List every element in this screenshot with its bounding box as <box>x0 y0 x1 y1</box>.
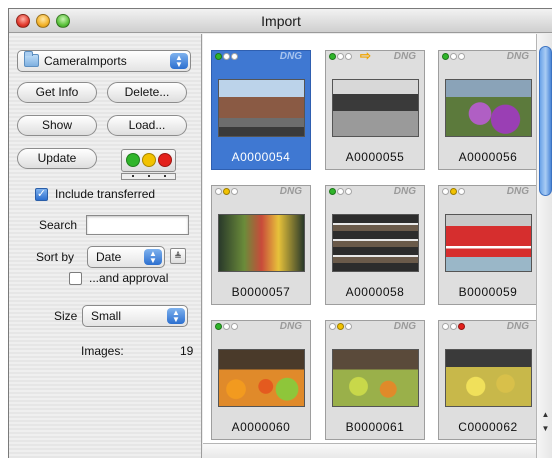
get-info-button[interactable]: Get Info <box>17 82 97 103</box>
image-thumbnail <box>332 349 419 407</box>
sort-by-label: Sort by <box>36 250 75 264</box>
image-cell[interactable]: DNG B0000061 <box>325 320 425 440</box>
sort-by-popup[interactable]: Date ▲ ▼ <box>87 246 165 268</box>
image-filename: B0000059 <box>458 285 518 299</box>
format-badge: DNG <box>506 51 529 62</box>
scroll-thumb[interactable] <box>539 46 552 196</box>
images-label: Images: <box>81 344 124 358</box>
size-popup[interactable]: Small ▲ ▼ <box>82 305 188 327</box>
image-cell[interactable]: DNG A0000058 <box>325 185 425 305</box>
image-cell[interactable]: DNG A0000054 <box>211 50 311 170</box>
label-color-selector[interactable] <box>121 149 176 172</box>
image-thumbnail <box>218 214 305 272</box>
image-cell[interactable]: DNG B0000059 <box>438 185 538 305</box>
show-button[interactable]: Show <box>17 115 97 136</box>
popup-arrows-icon: ▲ ▼ <box>144 249 162 265</box>
image-cell[interactable]: DNG A0000060 <box>211 320 311 440</box>
popup-arrows-icon: ▲ ▼ <box>167 308 185 324</box>
image-cell[interactable]: DNG B0000057 <box>211 185 311 305</box>
yellow-label-icon[interactable] <box>142 153 156 167</box>
sidebar: CameraImports ▲ ▼ Get Info Delete... Show… <box>9 34 202 458</box>
image-thumbnail <box>445 79 532 137</box>
image-cell[interactable]: DNG C0000062 <box>438 320 538 440</box>
image-thumbnail <box>445 214 532 272</box>
folder-icon <box>24 51 39 67</box>
size-label: Size <box>54 309 78 323</box>
image-filename: A0000054 <box>231 150 291 164</box>
image-filename: C0000062 <box>458 420 518 434</box>
sort-direction-icon[interactable]: ≜ <box>170 248 186 264</box>
format-badge: DNG <box>506 186 529 197</box>
image-filename: A0000055 <box>345 150 405 164</box>
label-color-indicator <box>121 173 176 180</box>
image-filename: B0000061 <box>345 420 405 434</box>
size-value: Small <box>91 309 122 323</box>
window-title: Import <box>261 13 301 29</box>
format-badge: DNG <box>279 186 302 197</box>
sort-by-value: Date <box>96 250 122 264</box>
image-filename: A0000056 <box>458 150 518 164</box>
image-filename: A0000058 <box>345 285 405 299</box>
image-thumbnail <box>445 349 532 407</box>
approval-label: ...and approval <box>89 271 169 285</box>
red-label-icon[interactable] <box>158 153 172 167</box>
format-badge: DNG <box>393 186 416 197</box>
image-thumbnail <box>332 214 419 272</box>
source-popup-label: CameraImports <box>44 54 127 68</box>
scroll-down-icon[interactable]: ▼ <box>540 424 551 436</box>
format-badge: DNG <box>279 321 302 332</box>
image-filename: A0000060 <box>231 420 291 434</box>
image-thumbnail <box>218 79 305 137</box>
green-label-icon[interactable] <box>126 153 140 167</box>
image-cell[interactable]: ⇨ DNG A0000055 <box>325 48 425 170</box>
scroll-up-icon[interactable]: ▲ <box>540 410 551 422</box>
delete-button[interactable]: Delete... <box>107 82 187 103</box>
image-cell[interactable]: DNG A0000056 <box>438 50 538 170</box>
images-count: 19 <box>180 344 194 358</box>
search-label: Search <box>39 218 78 232</box>
include-transferred-checkbox[interactable]: ✓ <box>35 188 48 201</box>
vertical-scrollbar[interactable]: ▲ ▼ <box>536 34 552 458</box>
include-transferred-label: Include transferred <box>55 187 156 201</box>
transfer-arrow-icon: ⇨ <box>360 48 371 63</box>
format-badge: DNG <box>279 51 302 62</box>
grid-bottom-bar <box>203 443 536 458</box>
load-button[interactable]: Load... <box>107 115 187 136</box>
image-thumbnail <box>218 349 305 407</box>
image-filename: B0000057 <box>231 285 291 299</box>
image-grid[interactable]: DNG A0000054 ⇨ DNG A0000055 DNG A0000056 DNG B00… <box>203 34 538 458</box>
popup-arrows-icon: ▲ ▼ <box>170 53 188 69</box>
image-thumbnail <box>332 79 419 137</box>
format-badge: DNG <box>393 321 416 332</box>
title-bar: Import <box>9 9 552 33</box>
approval-checkbox[interactable] <box>69 272 82 285</box>
import-window: Import CameraImports ▲ ▼ Get Info Delete.… <box>8 8 552 458</box>
format-badge: DNG <box>393 51 416 62</box>
search-input[interactable] <box>86 215 189 235</box>
update-button[interactable]: Update <box>17 148 97 169</box>
format-badge: DNG <box>506 321 529 332</box>
source-popup[interactable]: CameraImports ▲ ▼ <box>17 50 191 72</box>
